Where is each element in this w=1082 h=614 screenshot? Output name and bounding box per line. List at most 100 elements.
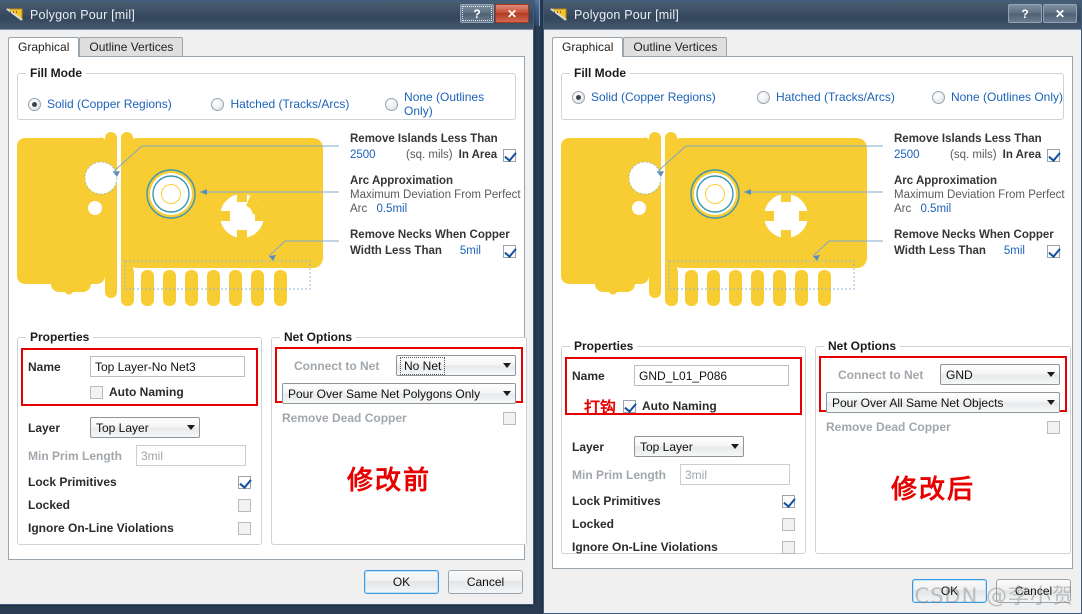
connect-to-net-combo[interactable]: No Net — [396, 355, 516, 376]
auto-naming-checkbox[interactable] — [623, 399, 637, 413]
polygon-pour-dialog-after[interactable]: Polygon Pour [mil] ? ✕ Graphical Outline… — [543, 0, 1082, 614]
min-prim-length-input[interactable]: 3mil — [136, 445, 246, 466]
tab-graphical[interactable]: Graphical — [552, 37, 624, 57]
arc-value[interactable]: 0.5mil — [920, 203, 951, 215]
pour-over-combo[interactable]: Pour Over Same Net Polygons Only — [282, 383, 516, 404]
remove-dead-copper-row-after: Remove Dead Copper — [826, 420, 1060, 434]
remove-dead-copper-checkbox[interactable] — [503, 411, 516, 425]
help-button[interactable]: ? — [1008, 4, 1042, 23]
auto-naming-checkbox[interactable] — [90, 385, 103, 399]
radio-icon-solid[interactable] — [572, 90, 585, 104]
callout-arc-approx-title: Arc Approximation — [350, 175, 454, 187]
callout-remove-islands-row: 2500 (sq. mils) In Area — [894, 148, 1065, 162]
min-prim-length-input[interactable]: 3mil — [680, 464, 790, 485]
help-button[interactable]: ? — [460, 4, 494, 23]
remove-necks-label: Width Less Than — [894, 245, 986, 257]
radio-icon-none[interactable] — [931, 90, 945, 104]
close-button[interactable]: ✕ — [1043, 4, 1077, 23]
radio-none-outlines-only[interactable]: None (Outlines Only) — [385, 90, 515, 118]
remove-islands-value[interactable]: 2500 — [350, 149, 400, 161]
ignore-violations-label: Ignore On-Line Violations — [28, 521, 174, 535]
chevron-down-icon[interactable] — [182, 418, 199, 437]
pour-over-combo[interactable]: Pour Over All Same Net Objects — [826, 392, 1060, 413]
chevron-down-icon[interactable] — [1042, 393, 1059, 412]
remove-necks-value[interactable]: 5mil — [460, 245, 481, 257]
annotation-checkmark-hint: 打钩 — [584, 398, 617, 417]
radio-label-solid: Solid (Copper Regions) — [47, 97, 172, 111]
layer-combo[interactable]: Top Layer — [634, 436, 744, 457]
radio-none-outlines-only[interactable]: None (Outlines Only) — [931, 90, 1064, 104]
close-button[interactable]: ✕ — [495, 4, 529, 23]
remove-islands-suffix: In Area — [1002, 149, 1042, 161]
tabstrip-before: Graphical Outline Vertices — [8, 36, 525, 57]
titlebar-after[interactable]: Polygon Pour [mil] ? ✕ — [544, 1, 1081, 30]
remove-islands-units: (sq. mils) — [950, 149, 997, 161]
layer-combo[interactable]: Top Layer — [90, 417, 200, 438]
callout-remove-islands-title: Remove Islands Less Than — [350, 133, 498, 145]
pcb-illustration — [17, 132, 339, 306]
radio-hatched-tracks-arcs[interactable]: Hatched (Tracks/Arcs) — [756, 90, 932, 104]
radio-solid-copper-regions[interactable]: Solid (Copper Regions) — [572, 90, 757, 104]
connect-to-net-combo[interactable]: GND — [940, 364, 1060, 385]
chevron-down-icon[interactable] — [498, 356, 515, 375]
titlebar-buttons-before: ? ✕ — [460, 4, 529, 23]
locked-checkbox[interactable] — [238, 498, 251, 512]
connect-to-net-row-before: Connect to Net No Net — [282, 355, 516, 376]
callout-remove-necks-title: Remove Necks When Copper — [350, 229, 510, 241]
chevron-down-icon[interactable] — [1042, 365, 1059, 384]
remove-dead-copper-checkbox[interactable] — [1047, 420, 1060, 434]
remove-islands-checkbox[interactable] — [1047, 148, 1061, 162]
callouts-after: Remove Islands Less Than 2500 (sq. mils)… — [894, 132, 1065, 258]
radio-icon-hatched[interactable] — [211, 97, 225, 111]
dialog-body-before: Graphical Outline Vertices Fill Mode Sol… — [0, 30, 533, 560]
remove-islands-value[interactable]: 2500 — [894, 149, 944, 161]
cancel-button[interactable]: Cancel — [448, 570, 523, 594]
footer-before: OK Cancel — [0, 560, 533, 604]
radio-label-hatched: Hatched (Tracks/Arcs) — [775, 90, 895, 104]
polygon-pour-icon — [550, 7, 568, 23]
net-options-legend: Net Options — [280, 330, 356, 344]
connect-to-net-row-after: Connect to Net GND — [826, 364, 1060, 385]
lock-primitives-checkbox[interactable] — [238, 475, 251, 489]
remove-necks-value[interactable]: 5mil — [1004, 245, 1025, 257]
ignore-violations-checkbox[interactable] — [782, 540, 795, 554]
ok-button[interactable]: OK — [364, 570, 439, 594]
chevron-down-icon[interactable] — [726, 437, 743, 456]
remove-dead-copper-label: Remove Dead Copper — [282, 411, 407, 425]
radio-icon-hatched[interactable] — [756, 90, 770, 104]
ignore-violations-row-before: Ignore On-Line Violations — [28, 521, 251, 535]
radio-label-none: None (Outlines Only) — [950, 90, 1064, 104]
locked-checkbox[interactable] — [782, 517, 795, 531]
tab-graphical[interactable]: Graphical — [8, 37, 80, 57]
cancel-button[interactable]: Cancel — [996, 579, 1071, 603]
radio-hatched-tracks-arcs[interactable]: Hatched (Tracks/Arcs) — [211, 97, 385, 111]
arc-value[interactable]: 0.5mil — [376, 203, 407, 215]
radio-icon-solid[interactable] — [28, 97, 41, 111]
titlebar-before[interactable]: Polygon Pour [mil] ? ✕ — [0, 1, 533, 30]
remove-dead-copper-label: Remove Dead Copper — [826, 420, 951, 434]
layer-label: Layer — [572, 439, 605, 454]
locked-row-before: Locked — [28, 498, 251, 512]
fill-mode-group-before: Fill Mode Solid (Copper Regions) Hatched… — [17, 66, 516, 120]
chevron-down-icon[interactable] — [498, 384, 515, 403]
remove-necks-checkbox[interactable] — [503, 244, 516, 258]
tab-outline-vertices[interactable]: Outline Vertices — [79, 37, 184, 57]
remove-necks-checkbox[interactable] — [1047, 244, 1060, 258]
ignore-violations-checkbox[interactable] — [238, 521, 251, 535]
radio-solid-copper-regions[interactable]: Solid (Copper Regions) — [28, 97, 211, 111]
name-label: Name — [28, 359, 61, 374]
tab-outline-vertices[interactable]: Outline Vertices — [623, 37, 728, 57]
lock-primitives-checkbox[interactable] — [782, 494, 795, 508]
layer-row-after: Layer Top Layer — [572, 436, 795, 457]
preview-area-before: Remove Islands Less Than 2500 (sq. mils)… — [17, 126, 521, 331]
ok-button[interactable]: OK — [912, 579, 987, 603]
remove-islands-checkbox[interactable] — [503, 148, 517, 162]
name-input[interactable]: GND_L01_P086 — [634, 365, 789, 386]
name-input[interactable]: Top Layer-No Net3 — [90, 356, 245, 377]
polygon-pour-dialog-before[interactable]: Polygon Pour [mil] ? ✕ Graphical Outline… — [0, 0, 534, 605]
net-options-group-after: Net Options Connect to Net GND Pour Over… — [815, 339, 1071, 554]
layer-label: Layer — [28, 420, 61, 435]
radio-icon-none[interactable] — [385, 97, 399, 111]
callout-arc-approx-title: Arc Approximation — [894, 175, 998, 187]
net-options-legend: Net Options — [824, 339, 900, 353]
